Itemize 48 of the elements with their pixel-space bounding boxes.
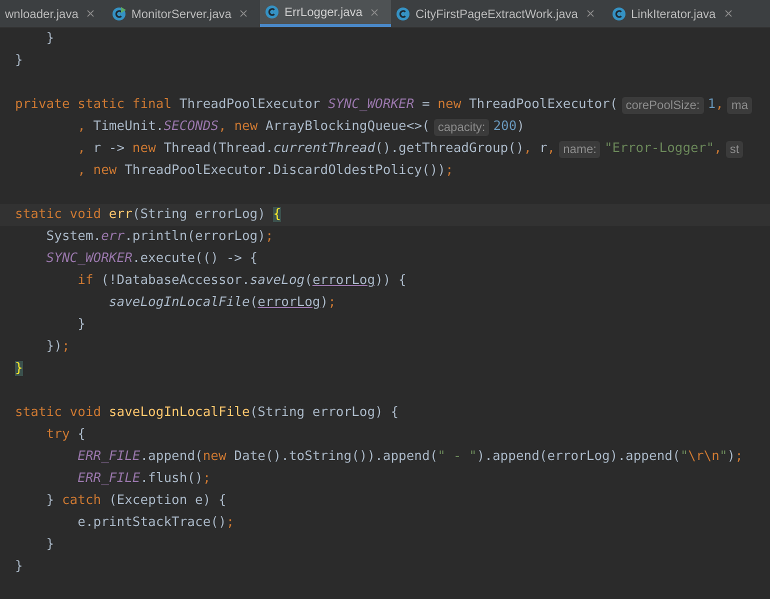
close-icon[interactable] (584, 8, 596, 19)
code-line: 200) (493, 118, 525, 136)
parameter-hint: corePoolSize: (622, 96, 704, 114)
parameter-hint: capacity: (434, 118, 490, 136)
code-line: "Error-Logger", (604, 140, 722, 158)
class-icon (265, 5, 280, 19)
editor-tab[interactable]: MonitorServer.java (107, 0, 260, 27)
code-line: , new ThreadPoolExecutor.DiscardOldestPolicy()); (76, 162, 454, 180)
code-line: , TimeUnit.SECONDS, new ArrayBlockingQueue<>( (76, 118, 430, 136)
close-icon[interactable] (722, 8, 734, 19)
tab-label: wnloader.java (5, 6, 78, 22)
close-icon[interactable] (369, 6, 380, 18)
code-line: } (15, 558, 23, 576)
code-line: } (45, 536, 54, 554)
code-line: System.err.println(errorLog); (45, 228, 274, 246)
code-line: ERR_FILE.append(new Date().toString()).append(" - ").append(errorLog).append("\r\n"); (76, 448, 743, 466)
code-line: e.printStackTrace(); (76, 514, 234, 532)
editor-tab[interactable]: ErrLogger.java (260, 0, 392, 27)
editor-tab[interactable]: CityFirstPageExtractWork.java (391, 0, 607, 27)
code-line: ERR_FILE.flush(); (76, 470, 211, 488)
close-icon[interactable] (238, 8, 250, 19)
code-line: private static final ThreadPoolExecutor SYNC_WORKER = new ThreadPoolExecutor( (15, 96, 618, 114)
code-line: } (76, 316, 86, 334)
code-line: } catch (Exception e) { (45, 492, 226, 510)
tab-label: CityFirstPageExtractWork.java (415, 6, 578, 22)
code-line: static void err(String errorLog) { (15, 206, 282, 224)
code-line: try { (45, 426, 86, 444)
code-line: } (45, 30, 54, 48)
parameter-hint: st (726, 140, 744, 158)
code-line: 1, (708, 96, 724, 114)
code-line: if (!DatabaseAccessor.saveLog(errorLog)) { (76, 272, 406, 290)
class-icon (396, 6, 410, 20)
parameter-hint: name: (559, 140, 600, 158)
code-line: saveLogInLocalFile(errorLog); (108, 294, 336, 312)
code-line: static void saveLogInLocalFile(String errorLog) { (15, 404, 399, 422)
code-line: }); (45, 338, 70, 356)
code-line: , r -> new Thread(Thread.currentThread().getThreadGroup(), r, (76, 140, 556, 158)
close-icon[interactable] (85, 8, 96, 19)
editor-tab[interactable]: LinkIterator.java (606, 0, 745, 27)
class-icon (612, 6, 626, 20)
class-icon (112, 6, 126, 20)
editor-tab[interactable]: wnloader.java (0, 0, 108, 27)
parameter-hint: ma (727, 96, 752, 114)
code-line: SYNC_WORKER.execute(() -> { (45, 250, 258, 268)
tab-label: MonitorServer.java (131, 6, 232, 22)
tab-label: LinkIterator.java (630, 6, 716, 22)
tab-label: ErrLogger.java (284, 4, 362, 21)
code-line: } (15, 52, 23, 70)
